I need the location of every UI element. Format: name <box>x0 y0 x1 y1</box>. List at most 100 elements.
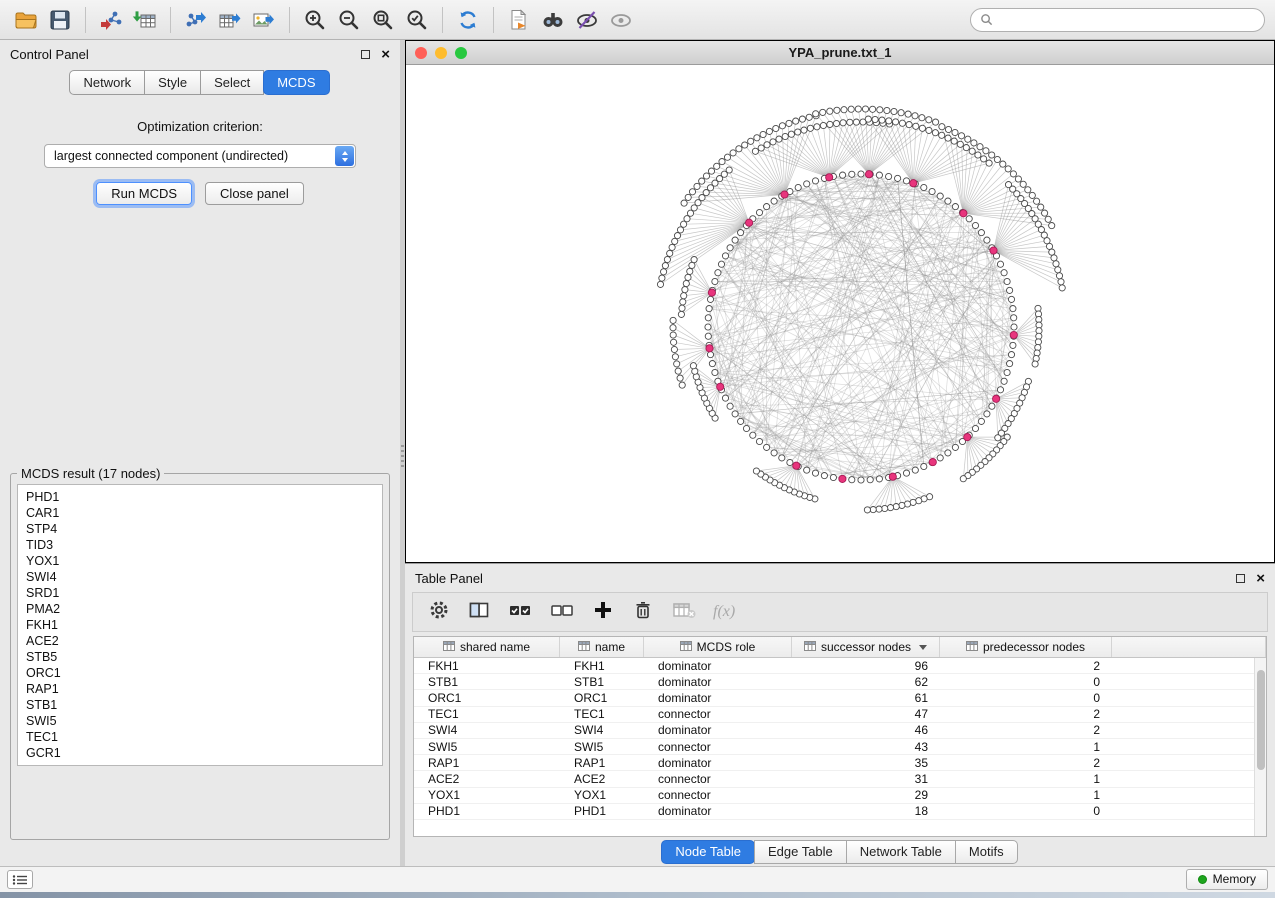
search-box[interactable] <box>970 8 1265 32</box>
scrollbar-thumb[interactable] <box>1257 670 1265 770</box>
close-table-panel-icon[interactable]: × <box>1256 574 1265 583</box>
table-row[interactable]: SWI5SWI5connector431 <box>414 739 1266 755</box>
show-graphics-details-icon[interactable] <box>605 5 637 35</box>
share-document-icon[interactable] <box>503 5 535 35</box>
show-columns-icon[interactable] <box>467 598 491 627</box>
mcds-result-item[interactable]: FKH1 <box>26 617 374 633</box>
export-table-icon[interactable] <box>214 5 246 35</box>
cell-predecessor-nodes: 2 <box>940 756 1112 770</box>
function-builder-icon[interactable]: f(x) <box>713 603 735 621</box>
table-row[interactable]: SWI4SWI4dominator462 <box>414 723 1266 739</box>
import-network-icon[interactable] <box>95 5 127 35</box>
refresh-layout-icon[interactable] <box>452 5 484 35</box>
tab-network-table[interactable]: Network Table <box>846 840 956 864</box>
mcds-result-item[interactable]: TID3 <box>26 537 374 553</box>
criterion-dropdown[interactable]: largest connected component (undirected) <box>44 144 356 168</box>
mcds-result-item[interactable]: ACE2 <box>26 633 374 649</box>
column-type-icon <box>578 640 590 654</box>
float-panel-icon[interactable] <box>361 50 370 59</box>
settings-gear-icon[interactable] <box>427 598 451 627</box>
save-session-icon[interactable] <box>44 5 76 35</box>
select-all-icon[interactable] <box>507 598 533 627</box>
column-header-mcds-role[interactable]: MCDS role <box>644 637 792 657</box>
sort-descending-icon[interactable] <box>919 645 927 650</box>
tab-network[interactable]: Network <box>69 70 145 95</box>
open-file-icon[interactable] <box>10 5 42 35</box>
mcds-result-item[interactable]: ORC1 <box>26 665 374 681</box>
table-row[interactable]: RAP1RAP1dominator352 <box>414 755 1266 771</box>
mcds-result-item[interactable]: SRD1 <box>26 585 374 601</box>
float-table-panel-icon[interactable] <box>1236 574 1245 583</box>
export-network-icon[interactable] <box>180 5 212 35</box>
window-close-icon[interactable] <box>415 47 427 59</box>
toolbar-separator <box>85 7 86 33</box>
network-canvas[interactable] <box>406 65 1274 562</box>
mcds-result-item[interactable]: STP4 <box>26 521 374 537</box>
cell-shared-name: PHD1 <box>414 804 560 818</box>
delete-table-icon[interactable] <box>671 598 697 627</box>
tab-select[interactable]: Select <box>200 70 264 95</box>
hide-graphics-details-icon[interactable] <box>571 5 603 35</box>
table-row[interactable]: FKH1FKH1dominator962 <box>414 658 1266 674</box>
cell-name: YOX1 <box>560 788 644 802</box>
zoom-out-icon[interactable] <box>333 5 365 35</box>
zoom-fit-icon[interactable] <box>367 5 399 35</box>
mcds-result-item[interactable]: TEC1 <box>26 729 374 745</box>
table-row[interactable]: YOX1YOX1connector291 <box>414 788 1266 804</box>
mcds-result-list[interactable]: PHD1CAR1STP4TID3YOX1SWI4SRD1PMA2FKH1ACE2… <box>17 484 383 766</box>
column-type-icon <box>680 640 692 654</box>
mcds-result-item[interactable]: RAP1 <box>26 681 374 697</box>
memory-status-icon <box>1198 875 1207 884</box>
run-mcds-button[interactable]: Run MCDS <box>96 182 192 205</box>
memory-button[interactable]: Memory <box>1186 869 1268 890</box>
table-body: FKH1FKH1dominator962STB1STB1dominator620… <box>414 658 1266 836</box>
table-row[interactable]: TEC1TEC1connector472 <box>414 707 1266 723</box>
window-minimize-icon[interactable] <box>435 47 447 59</box>
find-icon[interactable] <box>537 5 569 35</box>
network-window-titlebar[interactable]: YPA_prune.txt_1 <box>406 41 1274 65</box>
column-header-shared-name[interactable]: shared name <box>414 637 560 657</box>
table-row[interactable]: STB1STB1dominator620 <box>414 674 1266 690</box>
table-row[interactable]: ACE2ACE2connector311 <box>414 771 1266 787</box>
import-table-icon[interactable] <box>129 5 161 35</box>
zoom-selected-icon[interactable] <box>401 5 433 35</box>
column-header-name[interactable]: name <box>560 637 644 657</box>
cell-successor-nodes: 47 <box>792 707 940 721</box>
export-image-icon[interactable] <box>248 5 280 35</box>
mcds-result-item[interactable]: CAR1 <box>26 505 374 521</box>
vertical-splitter[interactable] <box>400 40 405 866</box>
cell-predecessor-nodes: 1 <box>940 788 1112 802</box>
status-menu-icon[interactable] <box>7 870 33 889</box>
mcds-result-item[interactable]: PHD1 <box>26 489 374 505</box>
tab-style[interactable]: Style <box>144 70 201 95</box>
window-maximize-icon[interactable] <box>455 47 467 59</box>
tab-motifs[interactable]: Motifs <box>955 840 1018 864</box>
column-header-successor-nodes[interactable]: successor nodes <box>792 637 940 657</box>
close-panel-button[interactable]: Close panel <box>205 182 304 205</box>
cell-shared-name: FKH1 <box>414 659 560 673</box>
cell-name: TEC1 <box>560 707 644 721</box>
table-row[interactable]: PHD1PHD1dominator180 <box>414 804 1266 820</box>
tab-edge-table[interactable]: Edge Table <box>754 840 847 864</box>
zoom-in-icon[interactable] <box>299 5 331 35</box>
mcds-result-item[interactable]: PMA2 <box>26 601 374 617</box>
mcds-result-group: MCDS result (17 nodes) PHD1CAR1STP4TID3Y… <box>10 466 390 840</box>
delete-row-icon[interactable] <box>631 598 655 627</box>
tab-mcds[interactable]: MCDS <box>263 70 329 95</box>
mcds-result-item[interactable]: STB1 <box>26 697 374 713</box>
mcds-result-item[interactable]: GCR1 <box>26 745 374 761</box>
mcds-result-item[interactable]: YOX1 <box>26 553 374 569</box>
close-panel-icon[interactable]: × <box>381 50 390 59</box>
column-label: name <box>595 640 625 654</box>
mcds-result-item[interactable]: STB5 <box>26 649 374 665</box>
deselect-all-icon[interactable] <box>549 598 575 627</box>
add-row-icon[interactable] <box>591 598 615 627</box>
search-input[interactable] <box>999 12 1255 28</box>
mcds-result-item[interactable]: SWI5 <box>26 713 374 729</box>
table-row[interactable]: ORC1ORC1dominator610 <box>414 690 1266 706</box>
table-scrollbar[interactable] <box>1254 658 1266 836</box>
column-header-predecessor-nodes[interactable]: predecessor nodes <box>940 637 1112 657</box>
cell-predecessor-nodes: 0 <box>940 675 1112 689</box>
mcds-result-item[interactable]: SWI4 <box>26 569 374 585</box>
tab-node-table[interactable]: Node Table <box>661 840 755 864</box>
